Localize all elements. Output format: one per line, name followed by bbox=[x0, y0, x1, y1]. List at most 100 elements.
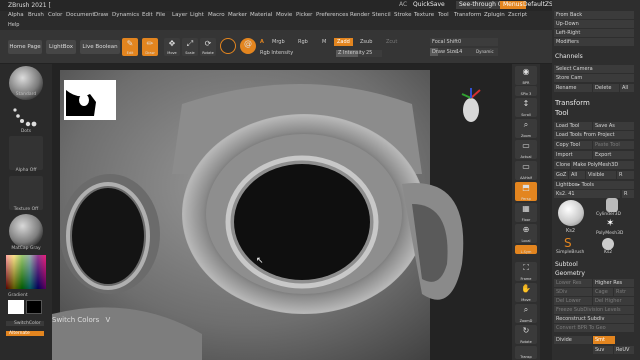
convert-bpr-button[interactable]: Convert BPR To Geo bbox=[554, 324, 634, 332]
load-tool-button[interactable]: Load Tool bbox=[554, 122, 592, 130]
bpr-button[interactable]: ◉ BPR bbox=[515, 66, 537, 85]
zcut-toggle[interactable]: Zcut bbox=[386, 39, 397, 45]
zadd-toggle[interactable]: Zadd bbox=[334, 38, 353, 46]
move-view-button[interactable]: ✋ Move bbox=[515, 283, 537, 302]
quicksave-button[interactable]: QuickSave bbox=[410, 1, 448, 9]
tool-header[interactable]: Tool bbox=[552, 109, 640, 117]
higher-res-button[interactable]: Higher Res bbox=[593, 279, 634, 287]
up-down-button[interactable]: Up-Down bbox=[554, 20, 634, 28]
tool-slider[interactable]: Ks2. 41 bbox=[554, 190, 620, 198]
menu-movie[interactable]: Movie bbox=[276, 12, 292, 18]
lightbox-button[interactable]: LightBox bbox=[46, 40, 76, 54]
menu-alpha[interactable]: Alpha bbox=[8, 12, 24, 18]
menu-zplugin[interactable]: Zplugin bbox=[484, 12, 505, 18]
lsym-button[interactable]: L.Sym bbox=[515, 245, 537, 254]
menu-brush[interactable]: Brush bbox=[28, 12, 44, 18]
viewport-canvas[interactable]: Switch Colors V ↖ bbox=[52, 64, 512, 360]
sdiv-slider[interactable]: SDiv bbox=[554, 288, 592, 296]
navigation-head-gizmo[interactable] bbox=[458, 86, 484, 130]
menu-stencil[interactable]: Stencil bbox=[372, 12, 391, 18]
menu-material[interactable]: Material bbox=[250, 12, 272, 18]
rename-button[interactable]: Rename bbox=[554, 84, 592, 92]
focal-shift-slider[interactable]: Focal Shift 0 bbox=[430, 38, 498, 46]
menu-dynamics[interactable]: Dynamics bbox=[112, 12, 139, 18]
secondary-color-swatch[interactable] bbox=[26, 300, 42, 314]
floor-button[interactable]: ▦ Floor bbox=[515, 203, 537, 222]
visible-button[interactable]: Visible bbox=[586, 171, 616, 179]
menu-macro[interactable]: Macro bbox=[208, 12, 225, 18]
lightbox-tools-button[interactable]: Lightbox▸ Tools bbox=[554, 181, 634, 189]
export-button[interactable]: Export bbox=[593, 151, 634, 159]
main-color-swatch[interactable] bbox=[8, 300, 24, 314]
cylinder-thumbnail[interactable] bbox=[606, 198, 618, 212]
aahalf-button[interactable]: ▭ AAHalf bbox=[515, 161, 537, 180]
divide-button[interactable]: Divide bbox=[554, 336, 592, 344]
r-button[interactable]: R bbox=[617, 171, 634, 179]
frame-button[interactable]: ⛶ Frame bbox=[515, 262, 537, 281]
see-through-slider[interactable]: See-through 0 bbox=[456, 1, 505, 9]
rotate-view-button[interactable]: ↻ Rotate bbox=[515, 325, 537, 344]
store-cam-button[interactable]: Store Cam bbox=[554, 74, 634, 82]
home-page-button[interactable]: Home Page bbox=[8, 40, 42, 54]
alternate-button[interactable]: Alternate bbox=[6, 331, 44, 336]
texture-thumbnail[interactable] bbox=[9, 176, 43, 210]
reuv-button[interactable]: ReUV bbox=[614, 346, 634, 354]
matcap-thumbnail[interactable] bbox=[9, 214, 43, 248]
menu-document[interactable]: Document bbox=[66, 12, 95, 18]
transp-button[interactable]: Transp bbox=[515, 346, 537, 359]
goz-all-button[interactable]: All bbox=[569, 171, 585, 179]
select-camera-button[interactable]: Select Camera bbox=[554, 65, 634, 73]
menu-marker[interactable]: Marker bbox=[228, 12, 247, 18]
lower-res-button[interactable]: Lower Res bbox=[554, 279, 592, 287]
transform-header[interactable]: Transform bbox=[552, 99, 640, 107]
live-boolean-button[interactable]: Live Boolean bbox=[80, 40, 120, 54]
move-button[interactable]: ✥ Move bbox=[164, 38, 180, 56]
save-as-button[interactable]: Save As bbox=[593, 122, 634, 130]
smt-toggle[interactable]: Smt bbox=[593, 336, 615, 344]
brush-spiral-icon[interactable]: @ bbox=[240, 38, 256, 54]
goz-button[interactable]: GoZ bbox=[554, 171, 568, 179]
scale-button[interactable]: ⤢ Scale bbox=[182, 38, 198, 56]
menu-transform[interactable]: Transform bbox=[454, 12, 481, 18]
menu-draw[interactable]: Draw bbox=[94, 12, 108, 18]
menu-render[interactable]: Render bbox=[350, 12, 370, 18]
draw-button[interactable]: ✏ Draw bbox=[142, 38, 158, 56]
freeze-subdivision-button[interactable]: Freeze SubDivision Levels bbox=[554, 306, 634, 314]
material-sphere-icon[interactable] bbox=[220, 38, 236, 54]
menu-picker[interactable]: Picker bbox=[296, 12, 312, 18]
tray-divider[interactable] bbox=[540, 64, 552, 360]
draw-size-slider[interactable]: Draw Size 14 Dynamic bbox=[430, 48, 498, 56]
subtool-header[interactable]: Subtool bbox=[552, 261, 640, 268]
copy-tool-button[interactable]: Copy Tool bbox=[554, 141, 592, 149]
load-tools-from-project-button[interactable]: Load Tools From Project bbox=[554, 131, 634, 139]
z-intensity-slider[interactable]: Z Intensity 25 bbox=[336, 50, 382, 57]
paste-tool-button[interactable]: Paste Tool bbox=[593, 141, 634, 149]
zoom-button[interactable]: ⌕ Zoom bbox=[515, 119, 537, 138]
rotate-button[interactable]: ⟳ Rotate bbox=[200, 38, 216, 56]
suv-toggle[interactable]: Suv bbox=[593, 346, 613, 354]
simplebrush-icon[interactable]: S bbox=[564, 236, 572, 250]
del-lower-button[interactable]: Del Lower bbox=[554, 297, 592, 305]
reconstruct-subdiv-button[interactable]: Reconstruct Subdiv bbox=[554, 315, 634, 323]
rgb-toggle[interactable]: Rgb bbox=[298, 39, 308, 45]
dynamic-toggle[interactable]: Dynamic bbox=[476, 49, 494, 54]
modifiers-button[interactable]: Modifiers bbox=[554, 38, 634, 46]
tool-thumb-ks2[interactable] bbox=[558, 200, 584, 226]
menu-stroke[interactable]: Stroke bbox=[394, 12, 412, 18]
clone-button[interactable]: Clone bbox=[554, 161, 570, 169]
menu-layer[interactable]: Layer bbox=[172, 12, 187, 18]
menu-help[interactable]: Help bbox=[8, 22, 19, 28]
menu-color[interactable]: Color bbox=[48, 12, 62, 18]
make-polymesh-button[interactable]: Make PolyMesh3D bbox=[571, 161, 634, 169]
menu-file[interactable]: File bbox=[156, 12, 165, 18]
menu-light[interactable]: Light bbox=[190, 12, 204, 18]
zoomd-button[interactable]: ⌕ ZoomD bbox=[515, 304, 537, 323]
menu-tool[interactable]: Tool bbox=[438, 12, 449, 18]
import-button[interactable]: Import bbox=[554, 151, 592, 159]
alpha-thumbnail[interactable] bbox=[9, 136, 43, 170]
tool-r-button[interactable]: R bbox=[622, 190, 634, 198]
left-right-button[interactable]: Left-Right bbox=[554, 29, 634, 37]
tool-thumb-ks2-small[interactable] bbox=[602, 238, 614, 250]
all-button[interactable]: All bbox=[620, 84, 634, 92]
actual-button[interactable]: ▭ Actual bbox=[515, 140, 537, 159]
